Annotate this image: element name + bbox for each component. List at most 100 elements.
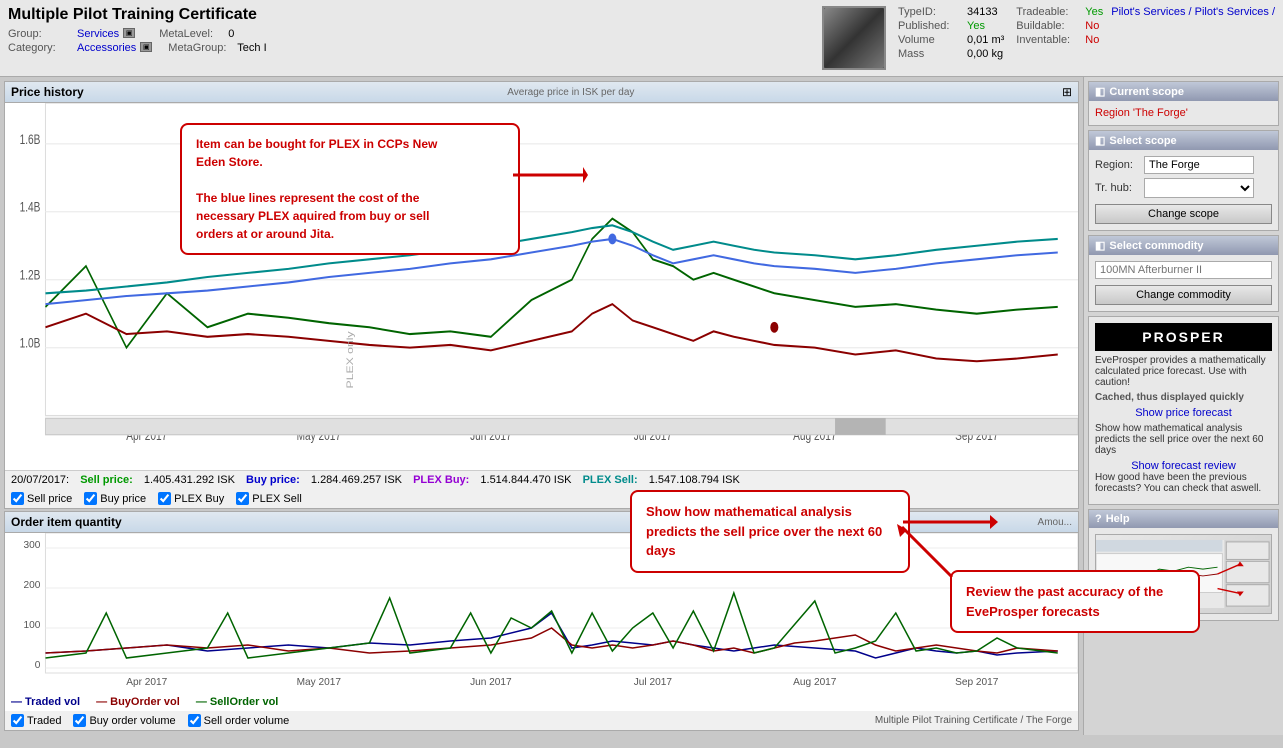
price-chart-body: 1.6B 1.4B 1.2B 1.0B Apr 2017 May 2017 Ju…: [5, 103, 1078, 470]
svg-text:Apr 2017: Apr 2017: [126, 677, 167, 688]
current-scope-body: Region 'The Forge': [1089, 101, 1278, 125]
buy-price-checkbox[interactable]: [84, 492, 97, 505]
svg-text:Sep 2017: Sep 2017: [955, 677, 999, 688]
typeid-label: TypeID:: [898, 6, 963, 18]
help-header: ? Help: [1089, 510, 1278, 528]
sidebar: ◧ Current scope Region 'The Forge' ◧ Sel…: [1083, 77, 1283, 735]
metagroup-value: Tech I: [237, 42, 266, 54]
select-scope-title: Select scope: [1109, 135, 1176, 147]
current-scope-value: Region 'The Forge': [1095, 107, 1272, 119]
change-scope-button[interactable]: Change scope: [1095, 204, 1272, 224]
select-commodity-title: Select commodity: [1109, 240, 1203, 252]
trhub-select[interactable]: [1144, 178, 1254, 198]
plex-buy-checkbox-item[interactable]: PLEX Buy: [158, 492, 224, 505]
cached-text: Cached, thus displayed quickly: [1095, 392, 1272, 403]
traded-checkbox-item[interactable]: Traded: [11, 714, 61, 727]
order-legend: — Traded vol — BuyOrder vol — SellOrder …: [5, 693, 1078, 711]
buy-order-vol-checkbox[interactable]: [73, 714, 86, 727]
published-value: Yes: [967, 20, 985, 32]
show-price-forecast-link[interactable]: Show price forecast: [1095, 407, 1272, 419]
buy-order-vol-label: Buy order volume: [89, 715, 175, 727]
buy-price-checkbox-label: Buy price: [100, 493, 146, 505]
prosper-description: EveProsper provides a mathematically cal…: [1095, 355, 1272, 388]
buy-price-checkbox-item[interactable]: Buy price: [84, 492, 146, 505]
svg-text:1.4B: 1.4B: [20, 199, 41, 215]
review-tooltip-text: Review the past accuracy of the EveProsp…: [966, 582, 1184, 621]
select-commodity-panel: ◧ Select commodity Change commodity: [1088, 235, 1279, 312]
inventable-label: Inventable:: [1016, 34, 1081, 46]
mass-value: 0,00 kg: [967, 48, 1003, 60]
bottom-status: Multiple Pilot Training Certificate / Th…: [875, 715, 1072, 726]
svg-text:Jul 2017: Jul 2017: [634, 677, 673, 688]
plex-sell-value: 1.547.108.794 ISK: [649, 474, 740, 486]
typeid-value: 34133: [967, 6, 998, 18]
select-scope-header: ◧ Select scope: [1089, 131, 1278, 150]
region-input[interactable]: [1144, 156, 1254, 174]
change-commodity-button[interactable]: Change commodity: [1095, 285, 1272, 305]
published-label: Published:: [898, 20, 963, 32]
commodity-icon: ◧: [1095, 239, 1105, 252]
price-history-subtitle: Average price in ISK per day: [507, 87, 634, 98]
plex-sell-checkbox[interactable]: [236, 492, 249, 505]
svg-text:1.6B: 1.6B: [20, 131, 41, 147]
sell-price-checkbox-item[interactable]: Sell price: [11, 492, 72, 505]
volume-value: 0,01 m³: [967, 34, 1004, 46]
buy-order-legend: — BuyOrder vol: [96, 696, 180, 708]
page-header: Multiple Pilot Training Certificate Grou…: [0, 0, 1283, 77]
svg-text:May 2017: May 2017: [297, 677, 342, 688]
commodity-input[interactable]: [1095, 261, 1272, 279]
sell-price-checkbox-label: Sell price: [27, 493, 72, 505]
category-icon: ▣: [140, 42, 152, 52]
tooltip1-arrow: [508, 155, 588, 195]
sell-order-legend: — SellOrder vol: [196, 696, 279, 708]
svg-text:1.0B: 1.0B: [20, 335, 41, 351]
metagroup-label: MetaGroup:: [168, 42, 233, 54]
select-scope-body: Region: Tr. hub: Change scope: [1089, 150, 1278, 230]
pilots-services-link1[interactable]: Pilot's Services / Pilot's Services /: [1111, 6, 1275, 18]
main-layout: Price history Average price in ISK per d…: [0, 77, 1283, 735]
svg-text:PLEX only: PLEX only: [346, 331, 356, 389]
traded-legend: — Traded vol: [11, 696, 80, 708]
mass-label: Mass: [898, 48, 963, 60]
review-arrow: [892, 522, 962, 582]
metalevel-value: 0: [228, 28, 234, 40]
traded-checkbox[interactable]: [11, 714, 24, 727]
sell-order-vol-label: Sell order volume: [204, 715, 290, 727]
buy-price-value: 1.284.469.257 ISK: [311, 474, 402, 486]
buildable-label: Buildable:: [1016, 20, 1081, 32]
avatar-image: [824, 8, 884, 68]
order-checkboxes: Traded Buy order volume Sell order volum…: [5, 711, 1078, 730]
show-forecast-review-link[interactable]: Show forecast review: [1095, 460, 1272, 472]
order-subtitle: Amou...: [1038, 517, 1072, 528]
chart-expand-icon[interactable]: ⊞: [1062, 85, 1072, 99]
buy-order-vol-checkbox-item[interactable]: Buy order volume: [73, 714, 175, 727]
category-value[interactable]: Accessories: [77, 42, 136, 54]
region-row: Region:: [1095, 156, 1272, 174]
traded-checkbox-label: Traded: [27, 715, 61, 727]
price-date: 20/07/2017:: [11, 474, 69, 486]
sell-price-value: 1.405.431.292 ISK: [144, 474, 235, 486]
forecast-description: Show how mathematical analysis predicts …: [1095, 423, 1272, 456]
plex-sell-checkbox-item[interactable]: PLEX Sell: [236, 492, 302, 505]
plex-buy-checkbox[interactable]: [158, 492, 171, 505]
order-title: Order item quantity: [11, 515, 122, 529]
inventable-value: No: [1085, 34, 1099, 46]
plex-sell-label: PLEX Sell:: [583, 474, 638, 486]
region-label: Region:: [1095, 159, 1140, 171]
help-icon: ?: [1095, 513, 1102, 525]
svg-text:300: 300: [24, 540, 41, 551]
sell-price-checkbox[interactable]: [11, 492, 24, 505]
sell-order-vol-checkbox-item[interactable]: Sell order volume: [188, 714, 290, 727]
sell-order-vol-checkbox[interactable]: [188, 714, 201, 727]
buy-price-label: Buy price:: [246, 474, 300, 486]
tradeable-label: Tradeable:: [1016, 6, 1081, 18]
prosper-body: PROSPER EveProsper provides a mathematic…: [1089, 317, 1278, 504]
category-label: Category:: [8, 42, 73, 54]
buildable-value: No: [1085, 20, 1099, 32]
sell-price-label: Sell price:: [80, 474, 133, 486]
prosper-banner: PROSPER: [1095, 323, 1272, 351]
group-value[interactable]: Services: [77, 28, 119, 40]
plex-buy-value: 1.514.844.470 ISK: [480, 474, 571, 486]
plex-buy-checkbox-label: PLEX Buy: [174, 493, 224, 505]
svg-text:Jun 2017: Jun 2017: [470, 677, 512, 688]
